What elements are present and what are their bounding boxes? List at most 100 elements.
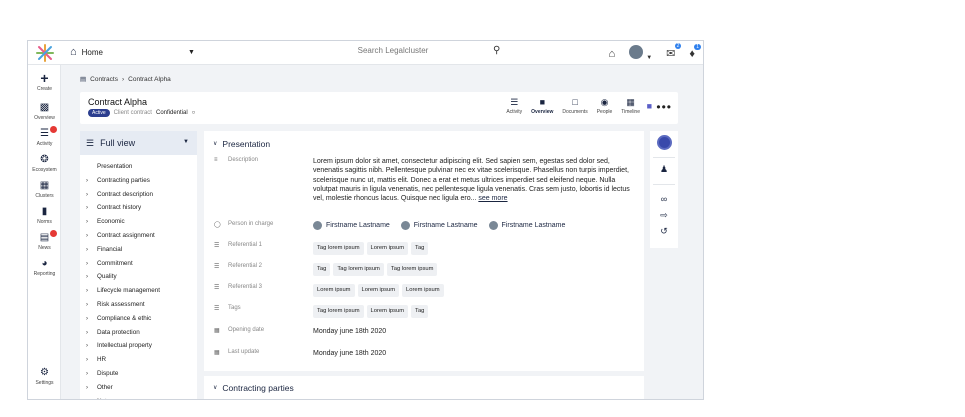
user-badge-icon[interactable]: ♟ [650, 164, 678, 175]
search-input[interactable]: Search Legalcluster [283, 46, 503, 55]
history-icon[interactable]: ↺ [650, 226, 678, 237]
tree-item[interactable]: › Other [80, 381, 197, 395]
person-chip[interactable]: Firstname Lastname [400, 221, 478, 231]
chevron-down-icon: ▼ [188, 49, 195, 56]
nav-label: Norms [37, 219, 52, 225]
tree-item[interactable]: › Dispute [80, 367, 197, 381]
search-icon[interactable]: ⚲ [493, 45, 500, 56]
nav-clusters[interactable]: ▦ Clusters [28, 180, 61, 199]
tree-item[interactable]: › Compliance & ethic [80, 312, 197, 326]
app-logo-icon[interactable] [36, 44, 54, 62]
tags-value: Tag lorem ipsum Lorem ipsum Tag [313, 242, 431, 256]
tag[interactable]: Lorem ipsum [366, 242, 409, 256]
nav-ecosystem[interactable]: ❂ Ecosystem [28, 154, 61, 173]
tab-documents[interactable]: □ Documents [562, 97, 587, 115]
tree-item-label: Dispute [97, 369, 119, 377]
tab-overview[interactable]: ■ Overview [531, 97, 553, 115]
tree-item[interactable]: › Financial [80, 243, 197, 257]
chevron-right-icon: › [86, 177, 88, 184]
tree-item[interactable]: › Lifecycle management [80, 284, 197, 298]
list-icon: ☰ [214, 285, 220, 291]
tree-item[interactable]: › Contract description [80, 188, 197, 202]
avatar [313, 221, 322, 231]
tab-label: People [596, 109, 613, 115]
nav-create[interactable]: + Create [28, 71, 61, 92]
chat-icon[interactable]: ✉ 2 [666, 43, 682, 60]
tree-item[interactable]: › Economic [80, 215, 197, 229]
section-title: Contracting parties [222, 383, 294, 393]
tag[interactable]: Tag [411, 305, 429, 319]
tags-value: Lorem ipsum Lorem ipsum Lorem ipsum [313, 284, 447, 298]
confidentiality: Confidential [155, 110, 188, 116]
tree-item[interactable]: › Contracting parties [80, 174, 197, 188]
tab-people[interactable]: ◉ People [597, 97, 613, 115]
tag[interactable]: Tag [411, 242, 429, 256]
link-icon[interactable]: ∞ [650, 194, 678, 204]
nav-norms[interactable]: ▮ Norms [28, 206, 61, 225]
breadcrumb-root[interactable]: Contracts [90, 76, 118, 83]
chevron-right-icon: › [86, 232, 88, 239]
description-value: Lorem ipsum dolor sit amet, consectetur … [313, 157, 635, 203]
tree-item-label: Data protection [97, 328, 140, 336]
section-header[interactable]: ∨ Contracting parties [213, 383, 294, 393]
tag[interactable]: Lorem ipsum [402, 284, 444, 298]
folder-icon: □ [572, 97, 578, 107]
tab-activity[interactable]: ☰ Activity [506, 97, 522, 115]
view-label: Full view [100, 138, 136, 148]
opening-date-value: Monday june 18th 2020 [313, 328, 387, 335]
notification-badge: 1 [694, 43, 701, 50]
nav-news[interactable]: ▤ News [28, 230, 61, 251]
bell-icon[interactable]: ♦ 1 [689, 43, 701, 60]
person-chip[interactable]: Firstname Lastname [313, 221, 390, 231]
nav-settings[interactable]: ⚙ Settings [28, 367, 61, 386]
tree-item[interactable]: › Intellectual property [80, 339, 197, 353]
tab-timeline[interactable]: ▦ Timeline [621, 97, 640, 115]
tag[interactable]: Lorem ipsum [357, 284, 400, 298]
home-icon: ⌂ [70, 46, 77, 58]
chevron-right-icon: › [86, 384, 88, 391]
chat-badge: 2 [674, 43, 682, 49]
app-window: ⌂ Home ▼ Search Legalcluster ⚲ ⌂ ▼ ✉ 2 ♦ 1… [27, 40, 704, 400]
home-selector[interactable]: ⌂ Home ▼ [70, 46, 195, 58]
list-icon: ☰ [86, 137, 95, 148]
tag[interactable]: Lorem ipsum [366, 305, 409, 319]
tree-item[interactable]: › HR [80, 353, 197, 367]
tag[interactable]: Tag lorem ipsum [313, 242, 364, 256]
view-selector[interactable]: ☰ Full view ▼ [80, 131, 197, 155]
avatar [400, 221, 410, 231]
tree-item[interactable]: › Quality [80, 270, 197, 284]
section-header[interactable]: ∨ Presentation [213, 139, 270, 149]
contract-logo-icon[interactable] [650, 135, 678, 152]
field-label: ☰ Referential 2 [214, 263, 263, 270]
teams-icon[interactable]: ■ [647, 101, 652, 111]
tree-item[interactable]: › Data protection [80, 326, 197, 340]
nav-overview[interactable]: ▩ Overview [28, 102, 61, 121]
see-more-link[interactable]: see more [478, 195, 507, 202]
nav-activity[interactable]: ☰ Activity [28, 126, 61, 147]
page-title: Contract Alpha [88, 97, 148, 107]
tree-item[interactable]: ›Notes [80, 395, 197, 399]
more-icon[interactable]: ••• [656, 100, 672, 114]
nav-reporting[interactable]: ◕ Reporting [28, 258, 61, 277]
tree-item[interactable]: › Commitment [80, 257, 197, 271]
avatar [488, 221, 498, 231]
person-chip[interactable]: Firstname Lastname [488, 221, 565, 231]
chevron-right-icon: › [86, 246, 88, 253]
export-icon[interactable]: ⇨ [650, 210, 678, 221]
tree-item[interactable]: › Contract assignment [80, 229, 197, 243]
tree-item[interactable]: Presentation [80, 160, 197, 174]
chevron-right-icon: › [86, 343, 88, 350]
right-rail: ♟ ∞ ⇨ ↺ [650, 131, 678, 248]
tag[interactable]: Lorem ipsum [313, 284, 355, 298]
tree-item[interactable]: › Contract history [80, 201, 197, 215]
description-text: Lorem ipsum dolor sit amet, consectetur … [313, 158, 630, 203]
tag[interactable]: Tag lorem ipsum [313, 305, 364, 319]
nav-label: Create [36, 86, 52, 92]
home-shortcut-icon[interactable]: ⌂ [608, 48, 615, 60]
tag[interactable]: Tag lorem ipsum [333, 263, 384, 277]
tag[interactable]: Tag lorem ipsum [386, 263, 438, 277]
tree-item[interactable]: › Risk assessment [80, 298, 197, 312]
user-menu[interactable]: ▼ [629, 45, 652, 62]
tag[interactable]: Tag [313, 263, 331, 277]
info-icon: ■ [539, 97, 545, 107]
